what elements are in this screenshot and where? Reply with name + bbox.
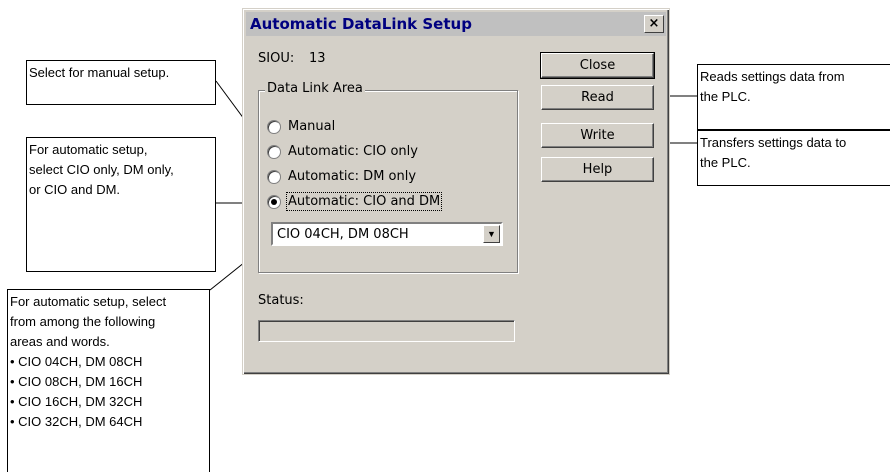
close-button[interactable]: Close xyxy=(540,52,655,79)
help-button-label: Help xyxy=(582,162,613,177)
radio-manual-label: Manual xyxy=(288,119,336,134)
manual-callout: Select for manual setup. xyxy=(26,60,216,105)
read-callout-line: Reads settings data from xyxy=(700,69,845,84)
areas-option: • CIO 16CH, DM 32CH xyxy=(10,394,143,409)
title-bar[interactable]: Automatic DataLink Setup × xyxy=(246,12,666,36)
data-link-area-label: Data Link Area xyxy=(265,81,365,96)
areas-option: • CIO 08CH, DM 16CH xyxy=(10,374,143,389)
write-button-label: Write xyxy=(580,128,615,143)
radio-cio-and-dm[interactable]: Automatic: CIO and DM xyxy=(267,192,443,211)
automatic-callout: For automatic setup, select CIO only, DM… xyxy=(26,137,216,272)
automatic-callout-line: select CIO only, DM only, xyxy=(29,162,174,177)
area-select-value: CIO 04CH, DM 08CH xyxy=(277,227,409,242)
areas-option: • CIO 32CH, DM 64CH xyxy=(10,414,143,429)
write-callout: Transfers settings data to the PLC. xyxy=(697,130,890,186)
chevron-down-icon[interactable]: ▼ xyxy=(483,225,500,243)
datalink-setup-dialog: Automatic DataLink Setup × SIOU: 13 Data… xyxy=(242,8,670,375)
status-label: Status: xyxy=(258,293,304,308)
areas-callout-line: For automatic setup, select xyxy=(10,294,167,309)
close-button-label: Close xyxy=(579,58,616,73)
write-callout-line: Transfers settings data to xyxy=(700,135,847,150)
radio-dm-only-button[interactable] xyxy=(267,169,281,184)
siou-value: 13 xyxy=(309,51,326,66)
dialog-title: Automatic DataLink Setup xyxy=(250,15,472,33)
radio-dm-only[interactable]: Automatic: DM only xyxy=(267,169,416,184)
radio-dm-only-label: Automatic: DM only xyxy=(288,169,417,184)
status-field xyxy=(258,320,515,342)
write-button[interactable]: Write xyxy=(541,123,654,148)
read-callout-line: the PLC. xyxy=(700,89,751,104)
areas-callout-line: areas and words. xyxy=(10,334,110,349)
radio-cio-only-label: Automatic: CIO only xyxy=(288,144,418,159)
radio-cio-only-button[interactable] xyxy=(267,144,281,159)
siou-label: SIOU: xyxy=(258,51,295,66)
radio-cio-and-dm-button[interactable] xyxy=(267,194,281,209)
automatic-callout-line: For automatic setup, xyxy=(29,142,148,157)
automatic-callout-line: or CIO and DM. xyxy=(29,182,121,197)
radio-manual[interactable]: Manual xyxy=(267,119,335,134)
close-icon[interactable]: × xyxy=(644,15,664,33)
area-select-dropdown[interactable]: CIO 04CH, DM 08CH ▼ xyxy=(271,222,503,246)
manual-callout-text: Select for manual setup. xyxy=(29,65,170,80)
help-button[interactable]: Help xyxy=(541,157,654,182)
write-callout-line: the PLC. xyxy=(700,155,751,170)
areas-callout: For automatic setup, select from among t… xyxy=(7,289,210,472)
areas-callout-line: from among the following xyxy=(10,314,156,329)
areas-option: • CIO 04CH, DM 08CH xyxy=(10,354,143,369)
read-button-label: Read xyxy=(581,90,614,105)
radio-manual-button[interactable] xyxy=(267,119,281,134)
radio-cio-only[interactable]: Automatic: CIO only xyxy=(267,144,418,159)
read-callout: Reads settings data from the PLC. xyxy=(697,64,890,130)
radio-cio-and-dm-label: Automatic: CIO and DM xyxy=(285,192,443,211)
read-button[interactable]: Read xyxy=(541,85,654,110)
